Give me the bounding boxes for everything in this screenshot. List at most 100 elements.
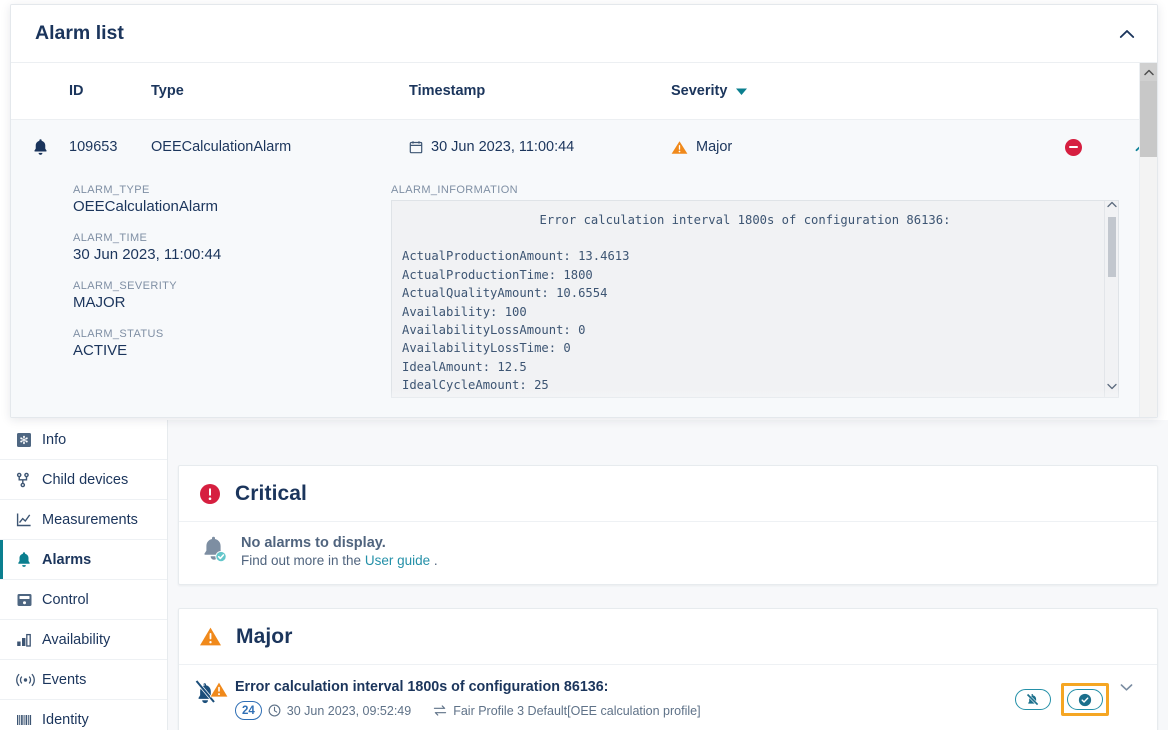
- field-value: ACTIVE: [73, 342, 128, 359]
- critical-empty-state: No alarms to display. Find out more in t…: [179, 522, 1157, 584]
- cell-timestamp: 30 Jun 2023, 11:00:44: [409, 139, 671, 155]
- page-title: Alarm list: [35, 22, 124, 44]
- sidebar-item-label: Availability: [42, 631, 111, 648]
- calendar-icon: [409, 140, 423, 154]
- column-header-severity[interactable]: Severity: [671, 83, 1065, 99]
- column-header-severity-label: Severity: [671, 83, 728, 99]
- sidebar-item-label: Measurements: [42, 511, 138, 528]
- cell-alarm-id: 109653: [69, 139, 118, 155]
- line-chart-icon: [16, 512, 42, 528]
- mute-alarm-button[interactable]: [1015, 689, 1051, 710]
- exclamation-circle-icon: [199, 483, 221, 505]
- panel-scroll-up-icon[interactable]: [1140, 63, 1157, 81]
- sidebar-item-control[interactable]: Control: [0, 580, 167, 620]
- critical-header: Critical: [179, 466, 1157, 522]
- alarm-table-header: ID Type Timestamp Severity: [11, 63, 1157, 120]
- clock-icon: [268, 704, 281, 717]
- empty-subtext-prefix: Find out more in the: [241, 552, 362, 568]
- alarm-item-expand-toggle[interactable]: [1109, 677, 1143, 692]
- alarm-information-title: Error calculation interval 1800s of conf…: [539, 213, 951, 227]
- acknowledge-button-highlight: [1061, 683, 1109, 716]
- field-label: ALARM_TYPE: [73, 184, 150, 196]
- column-header-id[interactable]: ID: [69, 83, 151, 99]
- sidebar-item-child-devices[interactable]: Child devices: [0, 460, 167, 500]
- alarm-list-item[interactable]: Error calculation interval 1800s of conf…: [179, 665, 1157, 730]
- panel-scroll-thumb[interactable]: [1140, 81, 1157, 157]
- bar-chart-icon: [16, 632, 42, 648]
- cell-severity-text: Major: [696, 139, 733, 155]
- alarm-information-label: ALARM_INFORMATION: [391, 184, 518, 196]
- alarm-detail-fields: ALARM_TYPE OEECalculationAlarm ALARM_TIM…: [11, 184, 391, 398]
- bell-check-icon: [197, 534, 241, 568]
- alarm-information-section: ALARM_INFORMATION Error calculation inte…: [391, 184, 1157, 398]
- bell-icon: [16, 551, 42, 568]
- field-value: MAJOR: [73, 294, 126, 311]
- sidebar-item-label: Events: [42, 671, 87, 688]
- scroll-down-icon[interactable]: [1106, 383, 1117, 397]
- check-circle-icon: [1078, 693, 1092, 707]
- major-title: Major: [236, 624, 293, 648]
- empty-subtext: Find out more in the User guide .: [241, 553, 438, 568]
- barcode-icon: [16, 712, 42, 728]
- bell-icon: [11, 138, 69, 156]
- signal-icon: [16, 672, 42, 688]
- warning-triangle-icon: [671, 140, 688, 155]
- empty-headline: No alarms to display.: [241, 534, 386, 551]
- alarm-list-body: ID Type Timestamp Severity 109653 OEECal…: [11, 63, 1157, 417]
- field-value: OEECalculationAlarm: [73, 198, 219, 215]
- panel-collapse-toggle[interactable]: [1119, 29, 1135, 39]
- column-header-type[interactable]: Type: [151, 83, 409, 99]
- field-label: ALARM_STATUS: [73, 328, 164, 340]
- hierarchy-icon: [16, 472, 42, 488]
- scroll-up-icon[interactable]: [1106, 201, 1117, 215]
- caret-down-icon: [735, 87, 748, 96]
- app-root: ✻ Info Child devices Measurements Alarms…: [0, 0, 1168, 730]
- sidebar-item-info[interactable]: ✻ Info: [0, 420, 167, 460]
- sidebar-item-availability[interactable]: Availability: [0, 620, 167, 660]
- sidebar-item-measurements[interactable]: Measurements: [0, 500, 167, 540]
- field-label: ALARM_TIME: [73, 232, 148, 244]
- device-tabs-sidebar: ✻ Info Child devices Measurements Alarms…: [0, 420, 168, 730]
- acknowledge-alarm-button[interactable]: [1067, 689, 1103, 710]
- sidebar-item-label: Info: [42, 431, 67, 448]
- control-panel-icon: [16, 592, 42, 608]
- warning-triangle-icon: [199, 626, 222, 647]
- cell-timestamp-text: 30 Jun 2023, 11:00:44: [431, 139, 575, 155]
- transfer-icon: [433, 704, 447, 717]
- critical-title: Critical: [235, 481, 307, 505]
- major-header: Major: [179, 609, 1157, 665]
- minus-circle-icon[interactable]: [1065, 138, 1082, 156]
- alarm-list-header: Alarm list: [11, 5, 1157, 63]
- alarm-item-title: Error calculation interval 1800s of conf…: [235, 679, 609, 695]
- alarm-item-body: Error calculation interval 1800s of conf…: [235, 677, 1015, 720]
- sidebar-item-label: Control: [42, 591, 89, 608]
- user-guide-link[interactable]: User guide: [365, 553, 430, 568]
- cell-severity: Major: [671, 139, 1065, 155]
- sidebar-item-alarms[interactable]: Alarms: [0, 540, 167, 580]
- sidebar-item-label: Identity: [42, 711, 89, 728]
- alarm-item-source: Fair Profile 3 Default[OEE calculation p…: [453, 703, 701, 718]
- severity-section-critical: Critical No alarms to display. Find out: [178, 465, 1158, 585]
- panel-scrollbar[interactable]: [1139, 63, 1157, 417]
- column-header-timestamp[interactable]: Timestamp: [409, 83, 671, 99]
- sidebar-item-label: Child devices: [42, 471, 129, 488]
- svg-text:✻: ✻: [19, 434, 28, 447]
- field-label: ALARM_SEVERITY: [73, 280, 178, 292]
- alarm-item-time: 30 Jun 2023, 09:52:49: [286, 703, 412, 718]
- alarm-item-actions: [1015, 677, 1109, 716]
- scroll-thumb[interactable]: [1108, 217, 1116, 277]
- alarms-content-area: Critical No alarms to display. Find out: [168, 420, 1168, 730]
- cell-alarm-type: OEECalculationAlarm: [151, 139, 292, 155]
- info-grid-icon: ✻: [16, 432, 42, 448]
- sidebar-item-identity[interactable]: Identity: [0, 700, 167, 730]
- alarm-information-body: ActualProductionAmount: 13.4613 ActualPr…: [402, 249, 630, 393]
- alarm-detail-panel: ALARM_TYPE OEECalculationAlarm ALARM_TIM…: [11, 174, 1157, 412]
- alarm-information-scrollbar[interactable]: [1104, 201, 1118, 397]
- table-row[interactable]: 109653 OEECalculationAlarm 30 Jun 2023, …: [11, 120, 1157, 174]
- alarm-information-box[interactable]: Error calculation interval 1800s of conf…: [391, 200, 1119, 398]
- field-value: 30 Jun 2023, 11:00:44: [73, 246, 222, 263]
- alarm-list-panel: Alarm list ID Type Timestamp Severity 10…: [10, 4, 1158, 418]
- alarm-item-meta: 24 30 Jun 2023, 09:52:49 Fair Profile 3 …: [235, 701, 1015, 720]
- sidebar-item-label: Alarms: [42, 551, 92, 568]
- sidebar-item-events[interactable]: Events: [0, 660, 167, 700]
